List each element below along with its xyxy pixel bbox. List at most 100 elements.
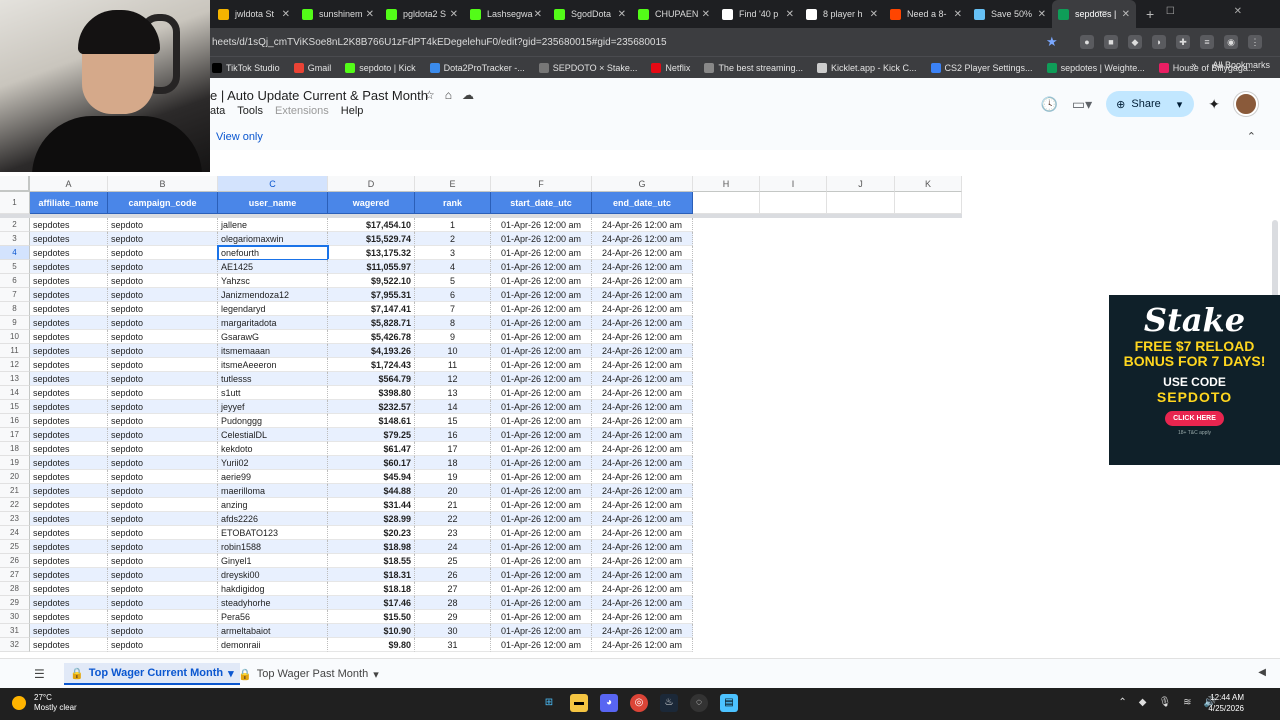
table-cell[interactable]: sepdoto: [108, 218, 218, 232]
menu-tools[interactable]: Tools: [237, 105, 263, 117]
table-cell[interactable]: Pudonggg: [218, 414, 328, 428]
table-cell[interactable]: sepdoto: [108, 316, 218, 330]
table-cell[interactable]: sepdotes: [30, 316, 108, 330]
table-cell[interactable]: $7,955.31: [328, 288, 415, 302]
table-cell[interactable]: $9.80: [328, 638, 415, 652]
table-cell[interactable]: 01-Apr-26 12:00 am: [491, 260, 592, 274]
table-cell[interactable]: dreyski00: [218, 568, 328, 582]
table-cell[interactable]: Ginyel1: [218, 554, 328, 568]
row-header[interactable]: 6: [0, 274, 30, 288]
close-icon[interactable]: ✕: [534, 9, 542, 20]
chrome-icon[interactable]: ◎: [630, 694, 648, 712]
ad-click-button[interactable]: CLICK HERE: [1165, 411, 1224, 426]
table-cell[interactable]: 11: [415, 358, 491, 372]
table-cell[interactable]: 15: [415, 414, 491, 428]
table-cell[interactable]: $5,828.71: [328, 316, 415, 330]
menu-extensions[interactable]: Extensions: [275, 105, 329, 117]
all-bookmarks[interactable]: All Bookmarks: [1212, 60, 1270, 70]
table-cell[interactable]: 24-Apr-26 12:00 am: [592, 288, 693, 302]
table-cell[interactable]: 24-Apr-26 12:00 am: [592, 498, 693, 512]
browser-tab[interactable]: SgodDota ✕: [548, 0, 632, 28]
table-cell[interactable]: sepdoto: [108, 428, 218, 442]
table-cell[interactable]: 01-Apr-26 12:00 am: [491, 610, 592, 624]
table-cell[interactable]: 24-Apr-26 12:00 am: [592, 344, 693, 358]
gemini-icon[interactable]: ✦: [1208, 96, 1220, 113]
table-cell[interactable]: $18.55: [328, 554, 415, 568]
table-cell[interactable]: 01-Apr-26 12:00 am: [491, 428, 592, 442]
browser-tab[interactable]: jwldota St ✕: [212, 0, 296, 28]
table-cell[interactable]: jeyyef: [218, 400, 328, 414]
table-cell[interactable]: 01-Apr-26 12:00 am: [491, 330, 592, 344]
bookmark-item[interactable]: CS2 Player Settings...: [930, 62, 1033, 73]
table-cell[interactable]: 20: [415, 484, 491, 498]
table-cell[interactable]: sepdoto: [108, 302, 218, 316]
column-header[interactable]: A: [30, 176, 108, 192]
bookmark-item[interactable]: Netflix: [651, 62, 690, 73]
close-icon[interactable]: ✕: [450, 9, 458, 20]
cloud-status-icon[interactable]: ☁: [462, 88, 474, 102]
row-header[interactable]: 21: [0, 484, 30, 498]
table-cell[interactable]: 01-Apr-26 12:00 am: [491, 498, 592, 512]
bookmark-item[interactable]: The best streaming...: [704, 62, 803, 73]
table-cell[interactable]: sepdotes: [30, 638, 108, 652]
history-icon[interactable]: 🕓: [1040, 96, 1057, 113]
table-cell[interactable]: kekdoto: [218, 442, 328, 456]
table-cell[interactable]: 01-Apr-26 12:00 am: [491, 372, 592, 386]
mic-icon[interactable]: 🎙: [1158, 697, 1171, 708]
table-cell[interactable]: 01-Apr-26 12:00 am: [491, 358, 592, 372]
star-icon[interactable]: ☆: [424, 88, 435, 102]
table-cell[interactable]: 13: [415, 386, 491, 400]
table-header-cell[interactable]: affiliate_name: [30, 192, 108, 214]
table-cell[interactable]: sepdoto: [108, 344, 218, 358]
table-cell[interactable]: onefourth: [217, 245, 329, 261]
table-cell[interactable]: sepdotes: [30, 372, 108, 386]
table-cell[interactable]: sepdoto: [108, 456, 218, 470]
table-cell[interactable]: 24-Apr-26 12:00 am: [592, 610, 693, 624]
table-cell[interactable]: sepdotes: [30, 260, 108, 274]
row-header[interactable]: 20: [0, 470, 30, 484]
table-cell[interactable]: sepdotes: [30, 456, 108, 470]
browser-tab[interactable]: pgldota2 S ✕: [380, 0, 464, 28]
table-cell[interactable]: sepdoto: [108, 498, 218, 512]
table-cell[interactable]: sepdotes: [30, 414, 108, 428]
table-cell[interactable]: 01-Apr-26 12:00 am: [491, 386, 592, 400]
table-cell[interactable]: $7,147.41: [328, 302, 415, 316]
tab-top-wager-past-month[interactable]: 🔒 Top Wager Past Month ▾: [238, 663, 379, 685]
table-cell[interactable]: $79.25: [328, 428, 415, 442]
table-cell[interactable]: sepdoto: [108, 400, 218, 414]
close-icon[interactable]: ✕: [702, 9, 710, 20]
table-cell[interactable]: hakdigidog: [218, 582, 328, 596]
table-cell[interactable]: sepdotes: [30, 526, 108, 540]
table-cell[interactable]: 01-Apr-26 12:00 am: [491, 316, 592, 330]
close-icon[interactable]: ✕: [618, 9, 626, 20]
row-header[interactable]: 7: [0, 288, 30, 302]
column-header[interactable]: I: [760, 176, 827, 192]
table-cell[interactable]: sepdotes: [30, 232, 108, 246]
table-cell[interactable]: 01-Apr-26 12:00 am: [491, 302, 592, 316]
table-cell[interactable]: 24-Apr-26 12:00 am: [592, 596, 693, 610]
extension-icon[interactable]: ●: [1080, 35, 1094, 49]
table-cell[interactable]: 24-Apr-26 12:00 am: [592, 512, 693, 526]
table-cell[interactable]: 24-Apr-26 12:00 am: [592, 470, 693, 484]
table-cell[interactable]: sepdoto: [108, 554, 218, 568]
table-cell[interactable]: sepdoto: [108, 372, 218, 386]
row-header[interactable]: 9: [0, 316, 30, 330]
bookmark-item[interactable]: sepdoto | Kick: [345, 62, 416, 73]
table-cell[interactable]: 01-Apr-26 12:00 am: [491, 218, 592, 232]
table-cell[interactable]: 9: [415, 330, 491, 344]
table-cell[interactable]: 24-Apr-26 12:00 am: [592, 218, 693, 232]
column-header[interactable]: F: [491, 176, 592, 192]
table-cell[interactable]: 24-Apr-26 12:00 am: [592, 428, 693, 442]
row-header[interactable]: 25: [0, 540, 30, 554]
table-cell[interactable]: itsmemaaan: [218, 344, 328, 358]
table-cell[interactable]: robin1588: [218, 540, 328, 554]
table-cell[interactable]: sepdotes: [30, 428, 108, 442]
table-cell[interactable]: 01-Apr-26 12:00 am: [491, 582, 592, 596]
bookmark-item[interactable]: TikTok Studio: [212, 62, 280, 73]
table-cell[interactable]: sepdotes: [30, 554, 108, 568]
close-icon[interactable]: ✕: [870, 9, 878, 20]
table-cell[interactable]: afds2226: [218, 512, 328, 526]
row-header[interactable]: 15: [0, 400, 30, 414]
row-header[interactable]: 10: [0, 330, 30, 344]
share-button[interactable]: ⊕ Share ▾: [1106, 91, 1195, 117]
